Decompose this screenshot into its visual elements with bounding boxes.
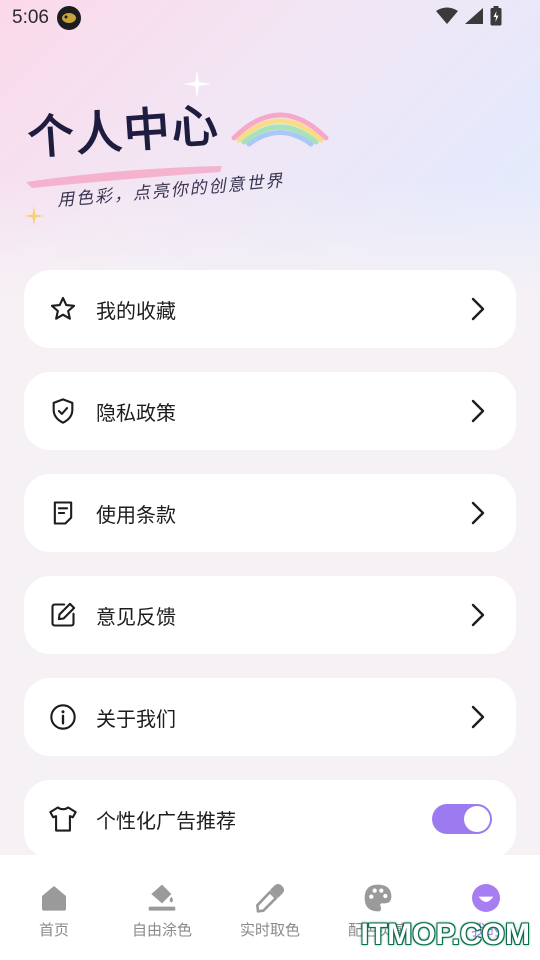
menu-item-label: 关于我们 [96,706,176,731]
nav-item-free-coloring[interactable]: 自由涂色 [108,855,216,960]
nav-item-live-color-picker[interactable]: 实时取色 [216,855,324,960]
menu-item-label: 意见反馈 [96,604,176,629]
menu-item-label: 个性化广告推荐 [96,808,236,833]
settings-menu: 我的收藏 隐私政策 使用条款 意见反馈 关于我们 个性化广告推荐 [24,270,516,882]
tshirt-icon [48,804,78,834]
nav-label: 首页 [38,921,69,939]
status-time: 5:06 [12,7,49,28]
menu-item-about-us[interactable]: 关于我们 [24,678,516,756]
rainbow-icon [231,112,329,147]
page-title: 个人中心 [26,97,222,166]
battery-icon [490,6,502,30]
paint-bucket-icon [145,881,179,915]
menu-item-label: 隐私政策 [96,400,176,425]
info-icon [48,702,78,732]
sparkle-small-icon [24,206,44,226]
chevron-right-icon [471,297,485,321]
personalized-ads-toggle[interactable] [432,804,492,834]
edit-icon [48,600,78,630]
profile-icon [469,881,503,915]
chevron-right-icon [471,705,485,729]
menu-item-favorites[interactable]: 我的收藏 [24,270,516,348]
profile-header: 个人中心 用色彩，点亮你的创意世界 [0,60,540,240]
document-icon [48,498,78,528]
notification-app-icon [56,6,81,30]
watermark: ITMOP.COM [360,918,530,951]
palette-icon [361,881,395,915]
menu-item-label: 使用条款 [96,502,176,527]
chevron-right-icon [471,399,485,423]
nav-label: 自由涂色 [131,921,192,939]
wifi-icon [436,7,458,29]
chevron-right-icon [471,501,485,525]
menu-item-personalized-ads: 个性化广告推荐 [24,780,516,858]
star-icon [48,294,78,324]
home-icon [37,881,71,915]
eyedropper-icon [253,881,287,915]
nav-item-home[interactable]: 首页 [0,855,108,960]
shield-check-icon [48,396,78,426]
nav-label: 实时取色 [239,921,300,939]
signal-icon [464,7,484,29]
menu-item-feedback[interactable]: 意见反馈 [24,576,516,654]
status-bar: 5:06 [0,0,540,36]
menu-item-label: 我的收藏 [96,298,176,323]
chevron-right-icon [471,603,485,627]
menu-item-privacy-policy[interactable]: 隐私政策 [24,372,516,450]
toggle-knob [464,806,490,832]
menu-item-terms-of-use[interactable]: 使用条款 [24,474,516,552]
